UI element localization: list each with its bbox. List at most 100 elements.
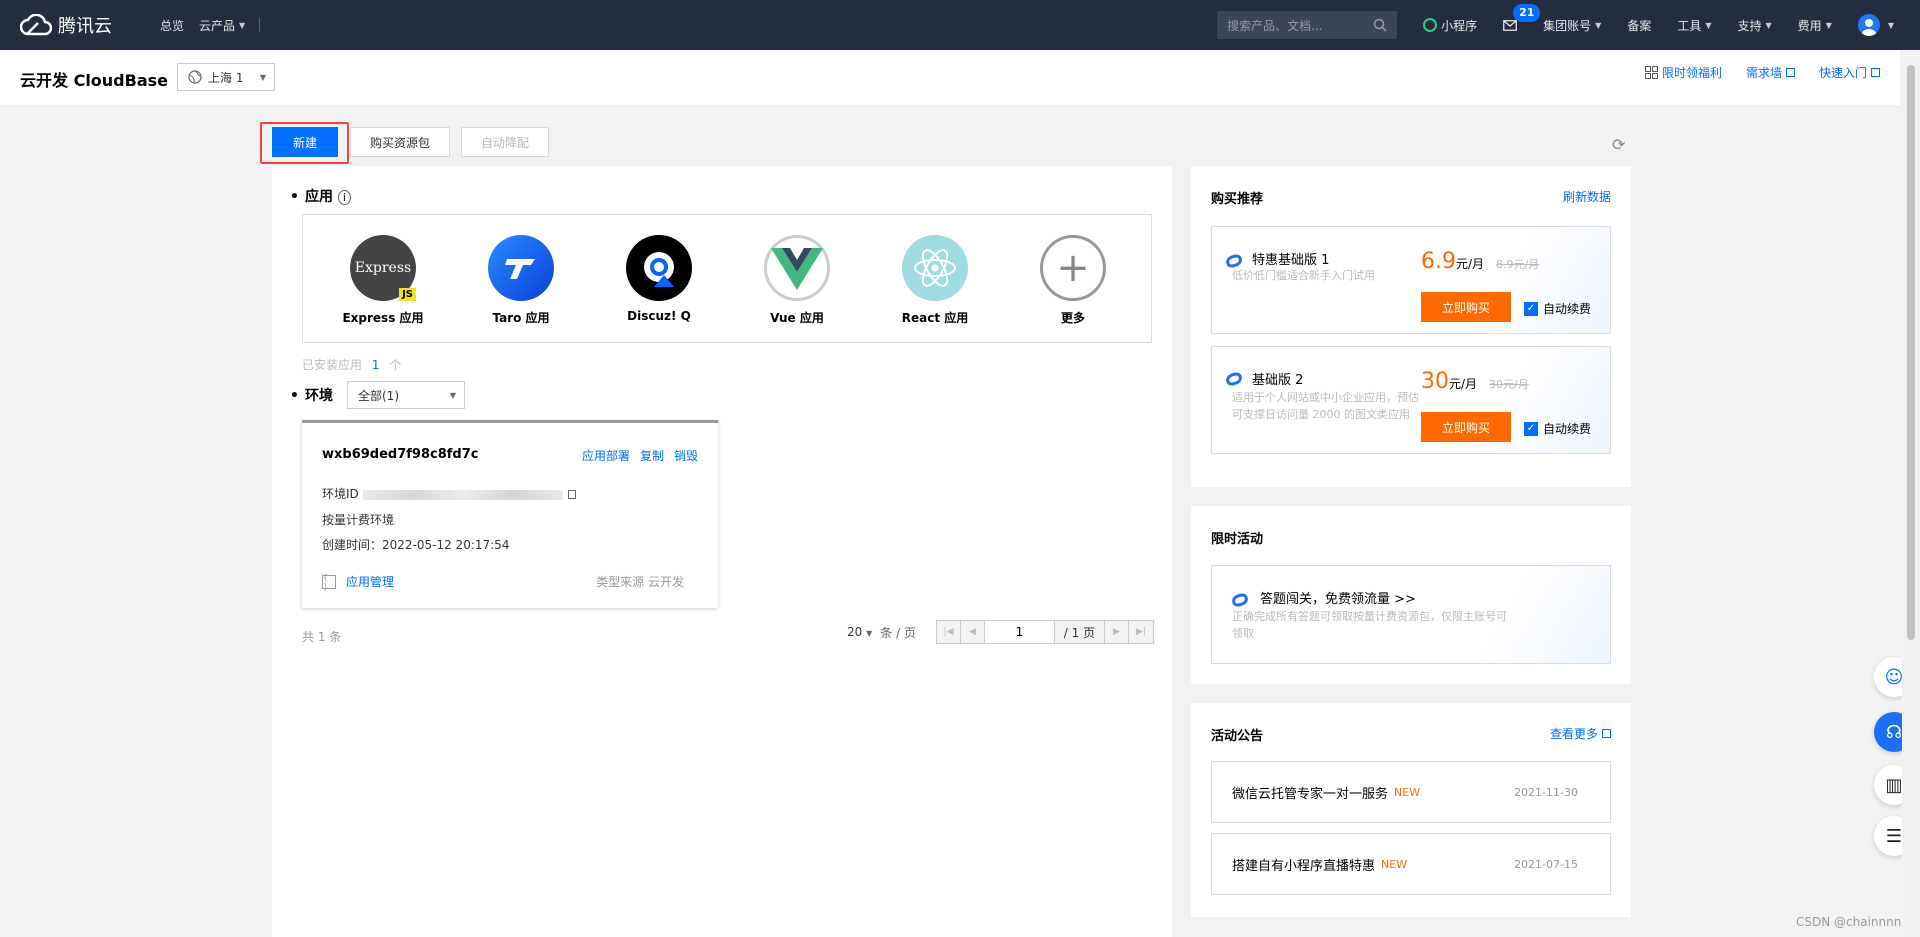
env-section-text: 环境 (304, 388, 333, 404)
last-page-icon[interactable]: ▶| (1128, 621, 1153, 643)
old-price: 8.9元/月 (1496, 258, 1540, 271)
chevron-down-icon: ▼ (1825, 20, 1832, 30)
search-input[interactable]: 搜索产品、文档... (1217, 11, 1398, 39)
copy-icon[interactable] (568, 490, 577, 499)
search-placeholder: 搜索产品、文档... (1227, 18, 1323, 33)
auto-renew-checkbox[interactable]: ✓ 自动续费 (1524, 300, 1591, 317)
nav-group-account[interactable]: 集团账号 ▼ (1543, 17, 1601, 34)
demand-wall-link[interactable]: 需求墙 (1746, 64, 1795, 81)
refresh-icon[interactable]: ⟳ (1612, 135, 1625, 154)
purchase-title: 购买推荐 (1211, 192, 1264, 207)
cloud-logo-icon (20, 14, 52, 36)
nav-icp[interactable]: 备案 (1627, 17, 1651, 34)
search-icon (1373, 18, 1387, 32)
page-size-unit: 条 / 页 (880, 625, 916, 640)
chevron-down-icon: ▼ (259, 72, 266, 82)
chevron-down-icon: ▼ (449, 390, 456, 400)
notice-item[interactable]: 微信云托管专家一对一服务 NEW 2021-11-30 (1211, 761, 1611, 823)
activity-card[interactable]: 答题闯关，免费领流量 >> 正确完成所有答题可领取按量计费资源包，仅限主账号可领… (1211, 565, 1611, 664)
installed-count: 已安装应用 1 个 (302, 356, 401, 373)
nav-billing[interactable]: 费用 ▼ (1798, 17, 1832, 34)
tools-label: 工具 (1677, 18, 1702, 33)
prev-page-icon[interactable]: ◀ (960, 621, 985, 643)
purchase-panel: 购买推荐 刷新数据 特惠基础版 1 低价低门槛适合新手入门试用 6.9元/月 8.… (1191, 166, 1631, 487)
refresh-data-link[interactable]: 刷新数据 (1563, 188, 1611, 205)
buy-package-button[interactable]: 购买资源包 (350, 127, 450, 157)
user-menu[interactable]: ▼ (1857, 14, 1894, 36)
app-manage-link[interactable]: { } 应用管理 (322, 573, 395, 591)
auto-renew-checkbox[interactable]: ✓ 自动续费 (1524, 420, 1591, 437)
app-name: React 应用 (901, 311, 969, 325)
first-page-icon[interactable]: |◀ (936, 621, 961, 643)
grid-icon (1644, 66, 1658, 79)
nav-products-label: 云产品 (199, 18, 236, 33)
group-account-label: 集团账号 (1543, 18, 1592, 33)
app-card-more[interactable]: + 更多 (1013, 235, 1133, 326)
view-more-link[interactable]: 查看更多 (1550, 725, 1611, 742)
price-value: 6.9 (1421, 249, 1456, 274)
notice-item-date: 2021-07-15 (1514, 857, 1578, 871)
page-scrollbar[interactable] (1902, 57, 1920, 937)
new-button[interactable]: 新建 (272, 127, 338, 157)
app-card-react[interactable]: React 应用 (875, 235, 995, 326)
nav-products[interactable]: 云产品 ▼ (199, 17, 245, 34)
activity-title: 限时活动 (1211, 532, 1264, 547)
chevron-down-icon: ▼ (1705, 20, 1712, 30)
next-page-icon[interactable]: ▶ (1104, 621, 1129, 643)
deploy-app-link[interactable]: 应用部署 (582, 447, 630, 464)
info-icon[interactable]: i (337, 190, 351, 205)
main-panel: 应用 i Express JS Express 应用 Taro 应用 Discu… (272, 166, 1172, 937)
env-id-label: 环境ID (322, 487, 359, 501)
message-count-badge: 21 (1513, 3, 1541, 22)
destroy-link[interactable]: 销毁 (674, 447, 698, 464)
nav-support[interactable]: 支持 ▼ (1738, 17, 1772, 34)
external-link-icon (1871, 68, 1880, 77)
price-unit: 元/月 (1456, 257, 1485, 271)
installed-number[interactable]: 1 (372, 358, 380, 372)
tencent-cloud-logo[interactable]: 腾讯云 (20, 12, 145, 38)
app-card-vue[interactable]: Vue 应用 (737, 235, 857, 326)
page-header: 云开发 CloudBase 上海 1 ▼ 限时领福利 需求墙 快速入门 (0, 50, 1900, 107)
copy-link[interactable]: 复制 (640, 447, 664, 464)
limited-benefit-link[interactable]: 限时领福利 (1644, 64, 1722, 81)
scroll-thumb[interactable] (1907, 65, 1915, 640)
buy-now-button[interactable]: 立即购买 (1421, 412, 1511, 442)
auto-downgrade-button[interactable]: 自动降配 (461, 127, 549, 157)
activity-item-desc: 正确完成所有答题可领取按量计费资源包，仅限主账号可领取 (1232, 610, 1507, 640)
page-total: / 1 页 (1054, 621, 1105, 643)
nav-overview[interactable]: 总览 (160, 17, 184, 34)
logo-text: 腾讯云 (58, 16, 112, 37)
nav-tools[interactable]: 工具 ▼ (1677, 17, 1711, 34)
quick-start-label: 快速入门 (1818, 66, 1867, 80)
app-card-discuz[interactable]: Discuz! Q (599, 235, 719, 323)
message-button[interactable]: 21 (1503, 3, 1541, 31)
mini-program-link[interactable]: 小程序 (1423, 17, 1477, 34)
app-manage-label: 应用管理 (346, 575, 395, 589)
page-input[interactable]: 1 (984, 621, 1055, 643)
app-card-express[interactable]: Express JS Express 应用 (323, 235, 443, 326)
app-name: Express 应用 (342, 311, 424, 325)
env-filter-select[interactable]: 全部(1) ▼ (347, 381, 465, 409)
auto-renew-label: 自动续费 (1543, 422, 1592, 436)
watermark: CSDN @chainnnn (1796, 915, 1902, 929)
env-filter-value: 全部(1) (358, 388, 399, 403)
discuz-icon (626, 235, 692, 301)
check-icon: ✓ (1524, 421, 1538, 436)
support-label: 支持 (1737, 18, 1762, 33)
quick-start-link[interactable]: 快速入门 (1819, 64, 1880, 81)
notice-item[interactable]: 搭建自有小程序直播特惠 NEW 2021-07-15 (1211, 833, 1611, 895)
app-card-taro[interactable]: Taro 应用 (461, 235, 581, 326)
page-size-select[interactable]: 20 ▼ (847, 625, 872, 639)
offer-card: 特惠基础版 1 低价低门槛适合新手入门试用 6.9元/月 8.9元/月 立即购买 … (1211, 226, 1611, 334)
old-price: 30元/月 (1489, 378, 1529, 391)
avatar (1857, 14, 1880, 36)
region-select[interactable]: 上海 1 ▼ (177, 63, 275, 91)
price-value: 30 (1421, 369, 1449, 394)
mini-program-label: 小程序 (1441, 18, 1478, 33)
env-billing: 按量计费环境 (322, 513, 395, 527)
page-size-value: 20 (847, 625, 863, 639)
notice-panel: 活动公告 查看更多 微信云托管专家一对一服务 NEW 2021-11-30 搭建… (1191, 703, 1631, 917)
buy-now-button[interactable]: 立即购买 (1421, 292, 1511, 322)
env-created-time: 创建时间：2022-05-12 20:17:54 (322, 538, 510, 552)
plus-icon: + (1040, 235, 1106, 301)
